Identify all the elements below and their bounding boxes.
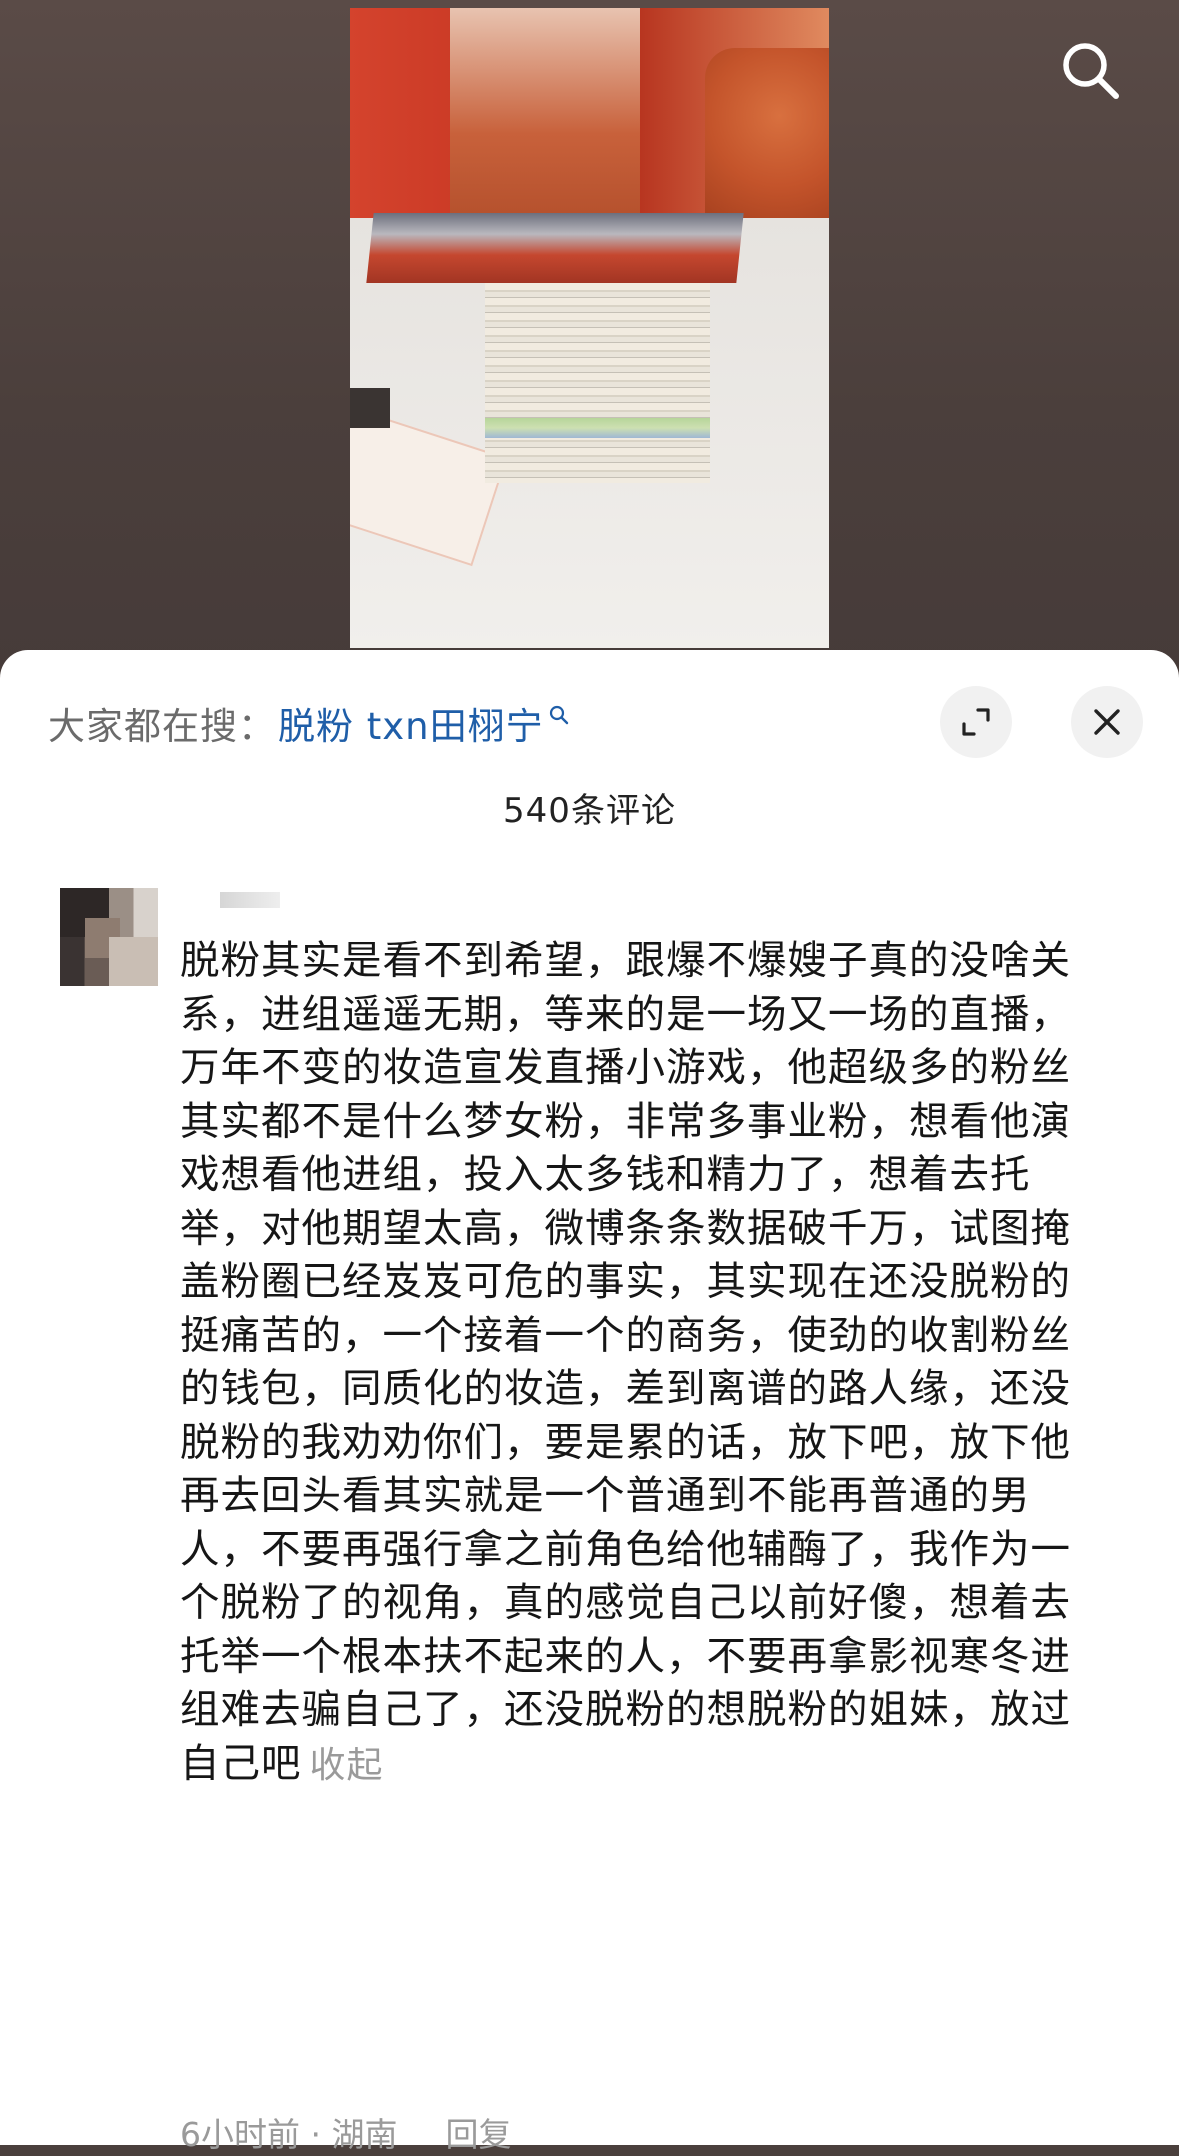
expand-icon (962, 708, 990, 736)
search-mini-icon (549, 705, 568, 725)
search-icon (1063, 43, 1119, 99)
avatar[interactable] (60, 888, 158, 986)
expand-button[interactable] (940, 686, 1012, 758)
video-scene-object (350, 388, 390, 428)
video-scene-figure (705, 48, 829, 218)
hot-search-term[interactable]: 脱粉 txn田栩宁 (278, 696, 544, 750)
video-thumbnail[interactable] (350, 8, 829, 648)
hot-search-bar[interactable]: 大家都在搜： 脱粉 txn田栩宁 (48, 698, 570, 748)
close-icon (1094, 709, 1120, 735)
video-background (0, 0, 1179, 680)
comment-meta: 6小时前 · 湖南 回复 (180, 2108, 511, 2156)
comment-time-location: 6小时前 · 湖南 (180, 2115, 398, 2154)
video-scene-top-cards (366, 213, 744, 283)
hot-search-prefix: 大家都在搜： (48, 705, 276, 748)
video-scene-card-band (485, 418, 710, 438)
comments-sheet: 大家都在搜： 脱粉 txn田栩宁 540条评论 脱粉其实是看不到希望，跟爆不爆嫂… (0, 650, 1179, 2154)
username-redacted (220, 892, 280, 908)
video-scene-card-stack (485, 283, 710, 483)
comment-body: 脱粉其实是看不到希望，跟爆不爆嫂子真的没啥关系，进组遥遥无期，等来的是一场又一场… (180, 935, 1110, 1792)
collapse-link[interactable]: 收起 (310, 1745, 384, 1786)
close-button[interactable] (1071, 686, 1143, 758)
video-scene-poster (450, 8, 640, 218)
search-button[interactable] (1058, 38, 1122, 102)
comment-text: 脱粉其实是看不到希望，跟爆不爆嫂子真的没啥关系，进组遥遥无期，等来的是一场又一场… (180, 938, 1071, 1787)
reply-button[interactable]: 回复 (445, 2115, 511, 2154)
comment-count: 540条评论 (503, 791, 676, 831)
